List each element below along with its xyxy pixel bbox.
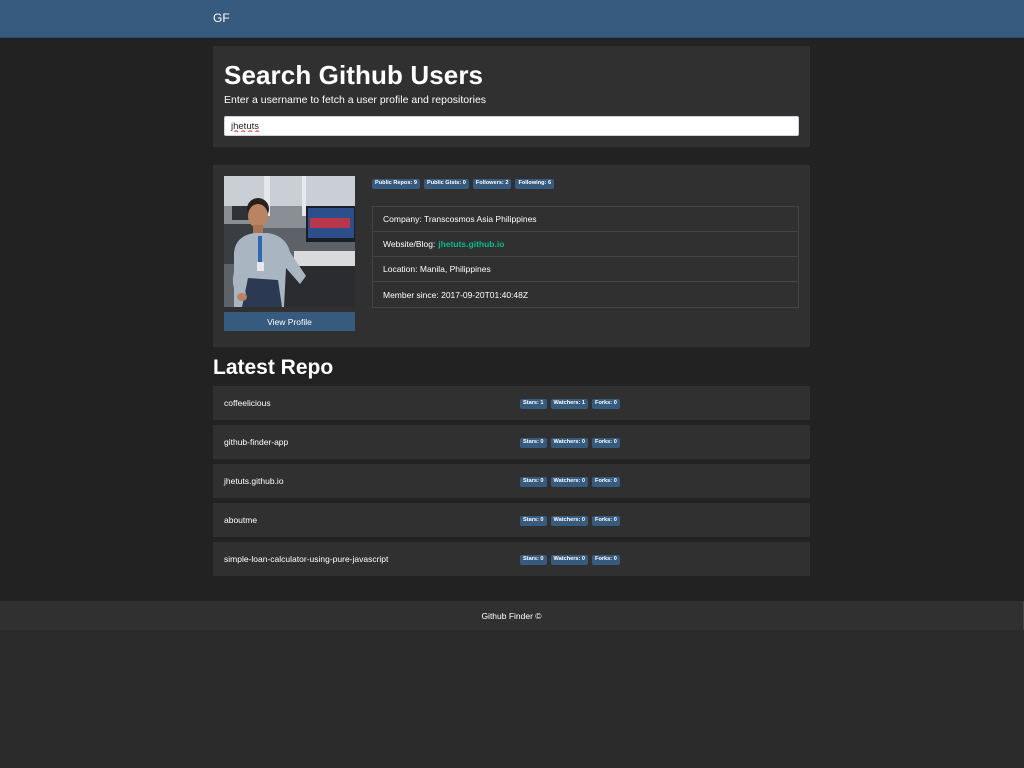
- search-input[interactable]: [224, 116, 799, 136]
- badge-forks: Forks: 0: [592, 516, 620, 526]
- repo-badges: Stars: 0 Watchers: 0 Forks: 0: [520, 516, 620, 526]
- website-label: Website/Blog:: [383, 239, 436, 249]
- info-company: Company: Transcosmos Asia Philippines: [373, 207, 798, 232]
- footer: Github Finder ©: [0, 601, 1024, 630]
- repo-badges: Stars: 0 Watchers: 0 Forks: 0: [520, 477, 620, 487]
- repo-name[interactable]: aboutme: [224, 503, 257, 537]
- profile-info-list: Company: Transcosmos Asia Philippines We…: [372, 206, 799, 308]
- location-text: Location: Manila, Philippines: [383, 264, 491, 274]
- brand-logo[interactable]: GF: [213, 11, 230, 25]
- avatar-photo-icon: [224, 176, 355, 307]
- badge-stars: Stars: 0: [520, 516, 547, 526]
- badge-stars: Stars: 0: [520, 555, 547, 565]
- navbar: GF: [0, 0, 1024, 38]
- info-location: Location: Manila, Philippines: [373, 257, 798, 282]
- website-link[interactable]: jhetuts.github.io: [438, 239, 504, 249]
- badge-stars: Stars: 0: [520, 477, 547, 487]
- badge-public-repos: Public Repos: 9: [372, 179, 420, 189]
- latest-repo-heading: Latest Repo: [213, 356, 334, 379]
- badge-forks: Forks: 0: [592, 477, 620, 487]
- repo-name[interactable]: github-finder-app: [224, 425, 288, 459]
- info-member-since: Member since: 2017-09-20T01:40:48Z: [373, 282, 798, 307]
- search-card: Search Github Users Enter a username to …: [213, 46, 810, 147]
- repo-card: aboutme Stars: 0 Watchers: 0 Forks: 0: [213, 503, 810, 537]
- badge-forks: Forks: 0: [592, 555, 620, 565]
- profile-card: View Profile Public Repos: 9 Public Gist…: [213, 165, 810, 347]
- repo-name[interactable]: coffeelicious: [224, 386, 271, 420]
- footer-text: Github Finder ©: [481, 610, 542, 621]
- search-title: Search Github Users: [224, 60, 484, 90]
- repo-card: coffeelicious Stars: 1 Watchers: 1 Forks…: [213, 386, 810, 420]
- member-since-text: Member since: 2017-09-20T01:40:48Z: [383, 289, 529, 300]
- badge-public-gists: Public Gists: 0: [423, 179, 469, 189]
- repo-card: jhetuts.github.io Stars: 0 Watchers: 0 F…: [213, 464, 810, 498]
- badge-stars: Stars: 1: [520, 399, 547, 409]
- repo-name[interactable]: jhetuts.github.io: [224, 464, 284, 498]
- badge-following: Following: 6: [515, 179, 555, 189]
- repo-badges: Stars: 0 Watchers: 0 Forks: 0: [520, 555, 620, 565]
- badge-watchers: Watchers: 0: [550, 516, 589, 526]
- badge-stars: Stars: 0: [520, 438, 547, 448]
- repo-card: simple-loan-calculator-using-pure-javasc…: [213, 542, 810, 576]
- badge-watchers: Watchers: 0: [550, 438, 589, 448]
- repo-card: github-finder-app Stars: 0 Watchers: 0 F…: [213, 425, 810, 459]
- profile-badges: Public Repos: 9 Public Gists: 0 Follower…: [372, 179, 555, 189]
- badge-followers: Followers: 2: [472, 179, 512, 189]
- avatar: [224, 176, 355, 307]
- badge-watchers: Watchers: 1: [550, 399, 589, 409]
- company-text: Company: Transcosmos Asia Philippines: [383, 214, 537, 224]
- repo-badges: Stars: 1 Watchers: 1 Forks: 0: [520, 399, 620, 409]
- info-website: Website/Blog: jhetuts.github.io: [373, 232, 798, 257]
- repo-name[interactable]: simple-loan-calculator-using-pure-javasc…: [224, 542, 388, 576]
- badge-forks: Forks: 0: [592, 399, 620, 409]
- badge-watchers: Watchers: 0: [550, 477, 589, 487]
- badge-watchers: Watchers: 0: [550, 555, 589, 565]
- view-profile-button[interactable]: View Profile: [224, 312, 355, 331]
- badge-forks: Forks: 0: [592, 438, 620, 448]
- search-subtitle: Enter a username to fetch a user profile…: [224, 94, 487, 106]
- repo-badges: Stars: 0 Watchers: 0 Forks: 0: [520, 438, 620, 448]
